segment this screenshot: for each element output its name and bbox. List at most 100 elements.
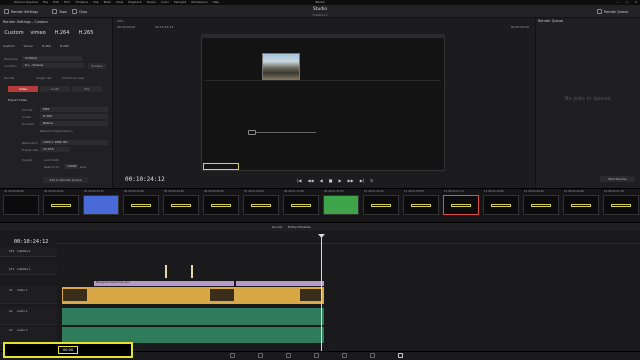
tab-h265[interactable]: H.265 [60, 44, 69, 48]
audio-track-1-clips[interactable] [62, 308, 324, 325]
clip-thumbnail[interactable]: 15 00:02:40:06 [563, 190, 599, 215]
transport-button-3[interactable]: ■ [329, 178, 333, 183]
clip-label: 08 00:01:17:00 [284, 190, 304, 193]
clip-thumbnail[interactable]: 01 00:00:00:00 [3, 190, 39, 215]
resolution-select[interactable]: 1920 x 1080 HD [40, 140, 108, 145]
tab-custom[interactable]: Custom [3, 44, 15, 48]
edit-page-icon[interactable] [286, 353, 291, 358]
clip-thumbnail[interactable]: 16 00:02:51:19 [603, 190, 639, 215]
clip-thumbnail[interactable]: 03 00:00:22:17 [83, 190, 119, 215]
video-clips[interactable] [62, 287, 324, 304]
subtitle-marker[interactable] [165, 265, 167, 278]
filename-field[interactable]: Untitled [22, 56, 82, 61]
browse-button[interactable]: Browse [88, 63, 106, 69]
track-header-st1[interactable]: ST1 Subtitle 1 [0, 265, 57, 275]
clip-thumbnail[interactable]: 11 00:01:58:03 [403, 190, 439, 215]
preset-tabs: Custom Vimeo H.264 H.265 [3, 44, 69, 48]
timeline-toolbar: Render Entire Timeline [0, 223, 640, 231]
clip-thumbnail[interactable]: 10 00:01:42:15 [363, 190, 399, 215]
cut-page-icon[interactable] [258, 353, 263, 358]
fairlight-page-icon[interactable] [370, 353, 375, 358]
add-to-render-queue-button[interactable]: Add to Render Queue [43, 177, 88, 183]
title-clip[interactable]: Background-painting.mp4 [94, 281, 234, 286]
node-icon [248, 130, 256, 135]
deliver-page-icon[interactable] [398, 353, 403, 358]
tab-video[interactable]: Video [8, 86, 38, 92]
individual-clips-radio[interactable]: Individual clips [62, 76, 84, 80]
clip-thumbnail[interactable]: 09 00:01:31:07 [323, 190, 359, 215]
clip-thumbnail[interactable]: 07 00:01:06:04 [243, 190, 279, 215]
preset-h264[interactable]: H.264 [52, 30, 72, 36]
audio-track-2-clips[interactable] [62, 327, 324, 343]
render-queue-button[interactable]: Render Queue [597, 8, 628, 15]
transport-button-1[interactable]: ◀◀ [307, 178, 313, 183]
clip-label: 04 00:00:32:09 [124, 190, 144, 193]
transport-button-5[interactable]: ▶▶ [348, 178, 354, 183]
clip-subtitle-bar [250, 204, 272, 207]
clip-subtitle-bar [290, 204, 312, 207]
single-clip-radio[interactable]: Single clip [36, 76, 51, 80]
clip-label: 02 00:00:10:01 [44, 190, 64, 193]
start-render-button[interactable]: Start Render [600, 176, 635, 182]
clip-subtitle-bar [370, 204, 392, 207]
tab-vimeo[interactable]: Vimeo [24, 44, 33, 48]
export-video-checkbox[interactable]: Export Video [8, 98, 27, 102]
transport-button-6[interactable]: ▶| [360, 178, 364, 183]
bitrate-field[interactable]: 10000 [64, 164, 78, 169]
playhead[interactable] [321, 234, 322, 356]
clip-thumbnail[interactable]: 12 00:02:07:11 [443, 190, 479, 215]
location-field[interactable]: D:\...\Videos [22, 63, 84, 68]
viewer-header: 29% 00:00:00:00 00:10:24:12 00:25:00:00 [117, 19, 531, 31]
quality-restrict-radio[interactable]: Restrict to [44, 165, 59, 169]
timeline-name[interactable]: Timeline 1 [0, 13, 640, 17]
transport-button-4[interactable]: ▶ [338, 178, 341, 183]
clip-label: 05 00:00:44:20 [164, 190, 184, 193]
video-clip-thumb [210, 289, 234, 301]
media-page-icon[interactable] [230, 353, 235, 358]
panel-title: Render Settings - Custom [3, 20, 48, 24]
track-header-a1[interactable]: A1 Audio 1 [0, 307, 57, 325]
track-header-v1[interactable]: V1 Video 1 [0, 286, 57, 304]
viewer-tc-right: 00:25:00:00 [510, 25, 529, 29]
transport-button-0[interactable]: |◀ [297, 178, 301, 183]
clip-thumbnail[interactable]: 05 00:00:44:20 [163, 190, 199, 215]
clip-label: 03 00:00:22:17 [84, 190, 104, 193]
viewer-tc-left: 00:00:00:00 [117, 25, 136, 29]
tab-file[interactable]: File [72, 86, 102, 92]
clip-thumbnail[interactable]: 04 00:00:32:09 [123, 190, 159, 215]
clip-thumbnail[interactable]: 14 00:02:29:22 [523, 190, 559, 215]
tab-h264[interactable]: H.264 [42, 44, 51, 48]
toolbar: Render Settings Tape Clips Studio Timeli… [0, 5, 640, 18]
clip-thumbnail[interactable]: 02 00:00:10:01 [43, 190, 79, 215]
track-header-st2[interactable]: ST2 Subtitle 2 [0, 247, 57, 257]
clip-subtitle-bar [170, 204, 192, 207]
clip-thumbnail[interactable]: 13 00:02:18:00 [483, 190, 519, 215]
quality-automatic-radio[interactable]: Automatic [44, 158, 59, 162]
codec-select[interactable]: H.264 [40, 114, 108, 119]
encoder-select[interactable]: Native [40, 121, 108, 126]
clip-thumbnail[interactable]: 06 00:00:58:12 [203, 190, 239, 215]
clip-thumbnail[interactable]: 08 00:01:17:00 [283, 190, 319, 215]
title-clip[interactable] [236, 281, 324, 286]
zoom-level[interactable]: 29% [117, 19, 124, 23]
clip-label: 15 00:02:40:06 [564, 190, 584, 193]
clip-label: 07 00:01:06:04 [244, 190, 264, 193]
clip-label: 13 00:02:18:00 [484, 190, 504, 193]
preset-vimeo[interactable]: vimeo [28, 30, 48, 36]
color-page-icon[interactable] [342, 353, 347, 358]
transport-button-2[interactable]: ◀ [320, 178, 323, 183]
format-select[interactable]: MP4 [40, 107, 108, 112]
preset-h265[interactable]: H.265 [76, 30, 96, 36]
tab-audio[interactable]: Audio [40, 86, 70, 92]
framerate-select[interactable]: 23.976 [40, 147, 70, 152]
clip-label: 10 00:01:42:15 [364, 190, 384, 193]
network-optimization-checkbox[interactable]: Network Optimization [40, 129, 73, 133]
fusion-page-icon[interactable] [314, 353, 319, 358]
render-range-select[interactable]: Entire Timeline [288, 225, 311, 229]
subtitle-marker[interactable] [191, 265, 193, 278]
transport-controls: |◀ ◀◀ ◀ ■ ▶ ▶▶ ▶| ↻ [297, 178, 373, 183]
viewer-tc-center: 00:10:24:12 [155, 25, 174, 29]
transport-button-7[interactable]: ↻ [370, 178, 373, 183]
timeline-ruler[interactable] [57, 234, 640, 244]
preset-custom[interactable]: Custom [4, 30, 24, 36]
